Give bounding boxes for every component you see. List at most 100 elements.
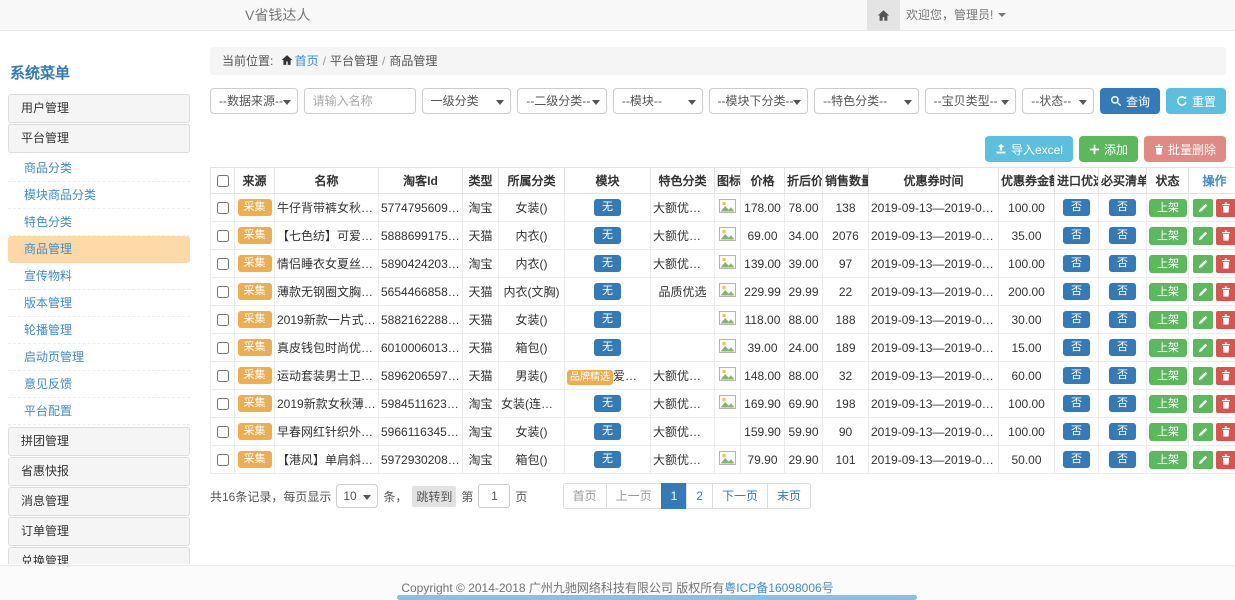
filter-select-2[interactable]: --二级分类--	[517, 88, 607, 114]
imported-toggle[interactable]: 否	[1063, 311, 1090, 328]
imported-toggle[interactable]: 否	[1063, 451, 1090, 468]
sidebar-item[interactable]: 启动页管理	[8, 344, 190, 371]
edit-button[interactable]	[1193, 367, 1213, 385]
imported-toggle[interactable]: 否	[1063, 339, 1090, 356]
page-number-input[interactable]	[478, 484, 510, 508]
horizontal-scrollbar-thumb[interactable]	[397, 595, 917, 600]
row-checkbox[interactable]	[217, 202, 229, 214]
sidebar-item[interactable]: 商品管理	[8, 236, 190, 263]
module-none-badge[interactable]: 无	[594, 227, 621, 244]
filter-select-3[interactable]: --模块--	[613, 88, 703, 114]
delete-button[interactable]	[1216, 367, 1235, 385]
edit-button[interactable]	[1193, 255, 1213, 273]
delete-button[interactable]	[1216, 395, 1235, 413]
delete-button[interactable]	[1216, 283, 1235, 301]
module-none-badge[interactable]: 无	[594, 255, 621, 272]
import-excel-button[interactable]: 导入excel	[985, 136, 1073, 162]
edit-button[interactable]	[1193, 451, 1213, 469]
sidebar-item[interactable]: 宣传物料	[8, 263, 190, 290]
imported-toggle[interactable]: 否	[1063, 199, 1090, 216]
row-checkbox[interactable]	[217, 454, 229, 466]
sidebar-item[interactable]: 意见反馈	[8, 371, 190, 398]
batch-delete-button[interactable]: 批量删除	[1144, 136, 1226, 162]
edit-button[interactable]	[1193, 339, 1213, 357]
module-none-badge[interactable]: 无	[594, 283, 621, 300]
sidebar-group-header[interactable]: 拼团管理	[8, 427, 190, 456]
sidebar-item[interactable]: 商品分类	[8, 155, 190, 182]
row-checkbox[interactable]	[217, 314, 229, 326]
home-button[interactable]	[867, 0, 900, 30]
must-buy-toggle[interactable]: 否	[1109, 451, 1136, 468]
must-buy-toggle[interactable]: 否	[1109, 367, 1136, 384]
edit-button[interactable]	[1193, 283, 1213, 301]
page-button[interactable]: 2	[686, 483, 713, 509]
filter-select-5[interactable]: --特色分类--	[814, 88, 919, 114]
sidebar-group-header[interactable]: 平台管理	[8, 124, 190, 153]
sidebar-group-header[interactable]: 消息管理	[8, 487, 190, 516]
status-button[interactable]: 上架	[1149, 451, 1187, 469]
source-filter-select[interactable]: --数据来源--	[210, 88, 298, 114]
delete-button[interactable]	[1216, 255, 1235, 273]
imported-toggle[interactable]: 否	[1063, 227, 1090, 244]
user-menu[interactable]: 欢迎您，管理员!	[906, 0, 1006, 30]
module-none-badge[interactable]: 无	[594, 423, 621, 440]
row-checkbox[interactable]	[217, 426, 229, 438]
sidebar-group-header[interactable]: 省惠快报	[8, 457, 190, 486]
page-button[interactable]: 上一页	[606, 483, 662, 509]
must-buy-toggle[interactable]: 否	[1109, 255, 1136, 272]
delete-button[interactable]	[1216, 451, 1235, 469]
page-button[interactable]: 首页	[563, 483, 607, 509]
status-button[interactable]: 上架	[1149, 423, 1187, 441]
module-none-badge[interactable]: 无	[594, 395, 621, 412]
sidebar-item[interactable]: 模块商品分类	[8, 182, 190, 209]
sidebar-item[interactable]: 版本管理	[8, 290, 190, 317]
must-buy-toggle[interactable]: 否	[1109, 227, 1136, 244]
jump-button[interactable]: 跳转到	[412, 486, 456, 507]
row-checkbox[interactable]	[217, 230, 229, 242]
delete-button[interactable]	[1216, 423, 1235, 441]
sidebar-group-header[interactable]: 订单管理	[8, 517, 190, 546]
sidebar-item[interactable]: 特色分类	[8, 209, 190, 236]
page-button[interactable]: 下一页	[712, 483, 768, 509]
status-button[interactable]: 上架	[1149, 255, 1187, 273]
imported-toggle[interactable]: 否	[1063, 367, 1090, 384]
edit-button[interactable]	[1193, 311, 1213, 329]
status-button[interactable]: 上架	[1149, 283, 1187, 301]
status-button[interactable]: 上架	[1149, 227, 1187, 245]
filter-select-1[interactable]: 一级分类	[422, 88, 512, 114]
must-buy-toggle[interactable]: 否	[1109, 199, 1136, 216]
name-search-input[interactable]	[304, 88, 416, 114]
filter-select-4[interactable]: --模块下分类--	[709, 88, 809, 114]
module-none-badge[interactable]: 无	[594, 311, 621, 328]
status-button[interactable]: 上架	[1149, 199, 1187, 217]
row-checkbox[interactable]	[217, 398, 229, 410]
must-buy-toggle[interactable]: 否	[1109, 283, 1136, 300]
reset-button[interactable]: 重置	[1166, 88, 1226, 114]
imported-toggle[interactable]: 否	[1063, 395, 1090, 412]
status-button[interactable]: 上架	[1149, 395, 1187, 413]
per-page-select[interactable]: 10	[336, 484, 378, 508]
imported-toggle[interactable]: 否	[1063, 423, 1090, 440]
sidebar-item[interactable]: 平台配置	[8, 398, 190, 425]
status-button[interactable]: 上架	[1149, 367, 1187, 385]
module-none-badge[interactable]: 无	[594, 451, 621, 468]
must-buy-toggle[interactable]: 否	[1109, 423, 1136, 440]
delete-button[interactable]	[1216, 311, 1235, 329]
delete-button[interactable]	[1216, 227, 1235, 245]
add-button[interactable]: 添加	[1079, 136, 1138, 162]
breadcrumb-home-link[interactable]: 首页	[295, 54, 319, 68]
module-none-badge[interactable]: 无	[594, 199, 621, 216]
edit-button[interactable]	[1193, 227, 1213, 245]
select-all-checkbox[interactable]	[217, 175, 229, 187]
page-button[interactable]: 末页	[767, 483, 811, 509]
row-checkbox[interactable]	[217, 286, 229, 298]
must-buy-toggle[interactable]: 否	[1109, 339, 1136, 356]
status-button[interactable]: 上架	[1149, 311, 1187, 329]
delete-button[interactable]	[1216, 339, 1235, 357]
edit-button[interactable]	[1193, 199, 1213, 217]
row-checkbox[interactable]	[217, 258, 229, 270]
delete-button[interactable]	[1216, 199, 1235, 217]
filter-select-7[interactable]: --状态--	[1022, 88, 1094, 114]
sidebar-group-header[interactable]: 兑换管理	[8, 547, 190, 564]
page-button[interactable]: 1	[661, 483, 688, 509]
